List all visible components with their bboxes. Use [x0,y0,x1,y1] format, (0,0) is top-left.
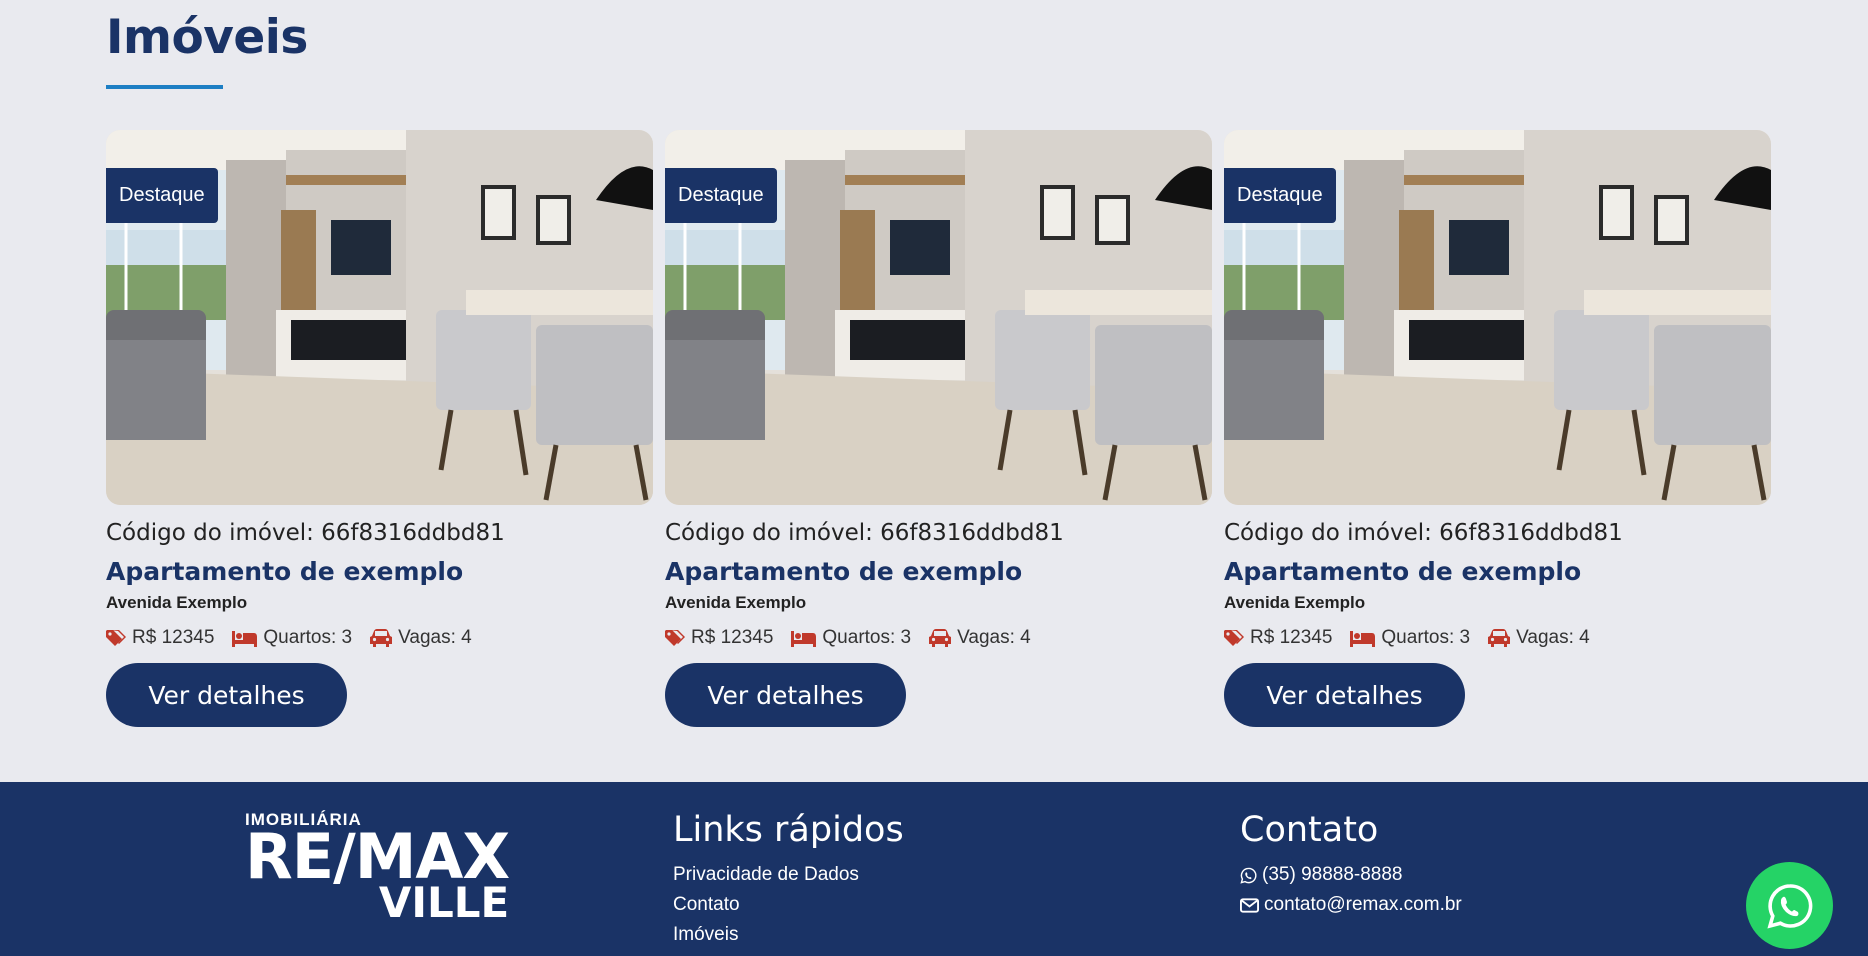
bed-icon [791,631,817,647]
property-photo[interactable]: Destaque [106,130,653,505]
rooms-feature: Quartos: 3 [791,627,911,649]
link-properties[interactable]: Imóveis [673,920,904,950]
link-privacy[interactable]: Privacidade de Dados [673,860,904,890]
property-title[interactable]: Apartamento de exemplo [106,557,653,586]
property-code: Código do imóvel: 66f8316ddbd81 [1224,520,1623,546]
details-button[interactable]: Ver detalhes [665,663,906,727]
property-photo[interactable]: Destaque [1224,130,1771,505]
property-features: R$ 12345 Quartos: 3 Vagas: 4 [106,627,653,649]
property-title[interactable]: Apartamento de exemplo [1224,557,1771,586]
remax-logo[interactable]: IMOBILIÁRIA RE/MAX VILLE [245,810,510,924]
property-card[interactable]: Destaque Código do imóvel: 66f8316ddbd81… [665,130,1212,727]
property-features: R$ 12345 Quartos: 3 Vagas: 4 [665,627,1212,649]
tag-icon [1224,630,1244,646]
price-feature: R$ 12345 [1224,627,1332,649]
car-icon [1488,629,1511,647]
property-code: Código do imóvel: 66f8316ddbd81 [106,520,505,546]
page-title: Imóveis [106,10,308,65]
title-underline [106,85,223,89]
property-address: Avenida Exemplo [665,593,807,612]
property-address: Avenida Exemplo [1224,593,1366,612]
parking-text: Vagas: 4 [1516,627,1590,648]
tag-icon [106,630,126,646]
bed-icon [232,631,258,647]
property-code: Código do imóvel: 66f8316ddbd81 [665,520,1064,546]
property-card[interactable]: Destaque Código do imóvel: 66f8316ddbd81… [106,130,653,727]
parking-feature: Vagas: 4 [929,627,1031,649]
rooms-text: Quartos: 3 [822,627,912,648]
property-photo[interactable]: Destaque [665,130,1212,505]
parking-text: Vagas: 4 [957,627,1031,648]
price-feature: R$ 12345 [665,627,773,649]
link-contact[interactable]: Contato [673,890,904,920]
featured-badge: Destaque [106,168,218,223]
envelope-icon [1240,897,1259,913]
tag-icon [665,630,685,646]
price-text: R$ 12345 [132,627,215,648]
rooms-feature: Quartos: 3 [1350,627,1470,649]
featured-badge: Destaque [1224,168,1336,223]
parking-feature: Vagas: 4 [1488,627,1590,649]
quick-links-heading: Links rápidos [673,810,904,850]
property-address: Avenida Exemplo [106,593,248,612]
phone-text: (35) 98888-8888 [1262,864,1403,885]
whatsapp-icon [1766,883,1812,929]
contact-phone[interactable]: (35) 98888-8888 [1240,860,1462,890]
quick-links: Links rápidos Privacidade de Dados Conta… [673,810,904,950]
whatsapp-float-button[interactable] [1746,862,1833,949]
rooms-text: Quartos: 3 [1381,627,1471,648]
price-text: R$ 12345 [691,627,774,648]
property-title[interactable]: Apartamento de exemplo [665,557,1212,586]
property-features: R$ 12345 Quartos: 3 Vagas: 4 [1224,627,1771,649]
details-button[interactable]: Ver detalhes [106,663,347,727]
price-feature: R$ 12345 [106,627,214,649]
whatsapp-icon [1240,867,1257,884]
featured-badge: Destaque [665,168,777,223]
site-footer: IMOBILIÁRIA RE/MAX VILLE Links rápidos P… [0,782,1868,956]
logo-brand: RE/MAX [245,820,510,893]
parking-text: Vagas: 4 [398,627,472,648]
rooms-text: Quartos: 3 [263,627,353,648]
contact-heading: Contato [1240,810,1379,850]
property-card[interactable]: Destaque Código do imóvel: 66f8316ddbd81… [1224,130,1771,727]
rooms-feature: Quartos: 3 [232,627,352,649]
parking-feature: Vagas: 4 [370,627,472,649]
car-icon [929,629,952,647]
car-icon [370,629,393,647]
price-text: R$ 12345 [1250,627,1333,648]
contact-email[interactable]: contato@remax.com.br [1240,890,1462,920]
contact-section: Contato (35) 98888-8888 contato@remax.co… [1240,810,1462,920]
bed-icon [1350,631,1376,647]
email-text: contato@remax.com.br [1264,894,1462,915]
details-button[interactable]: Ver detalhes [1224,663,1465,727]
